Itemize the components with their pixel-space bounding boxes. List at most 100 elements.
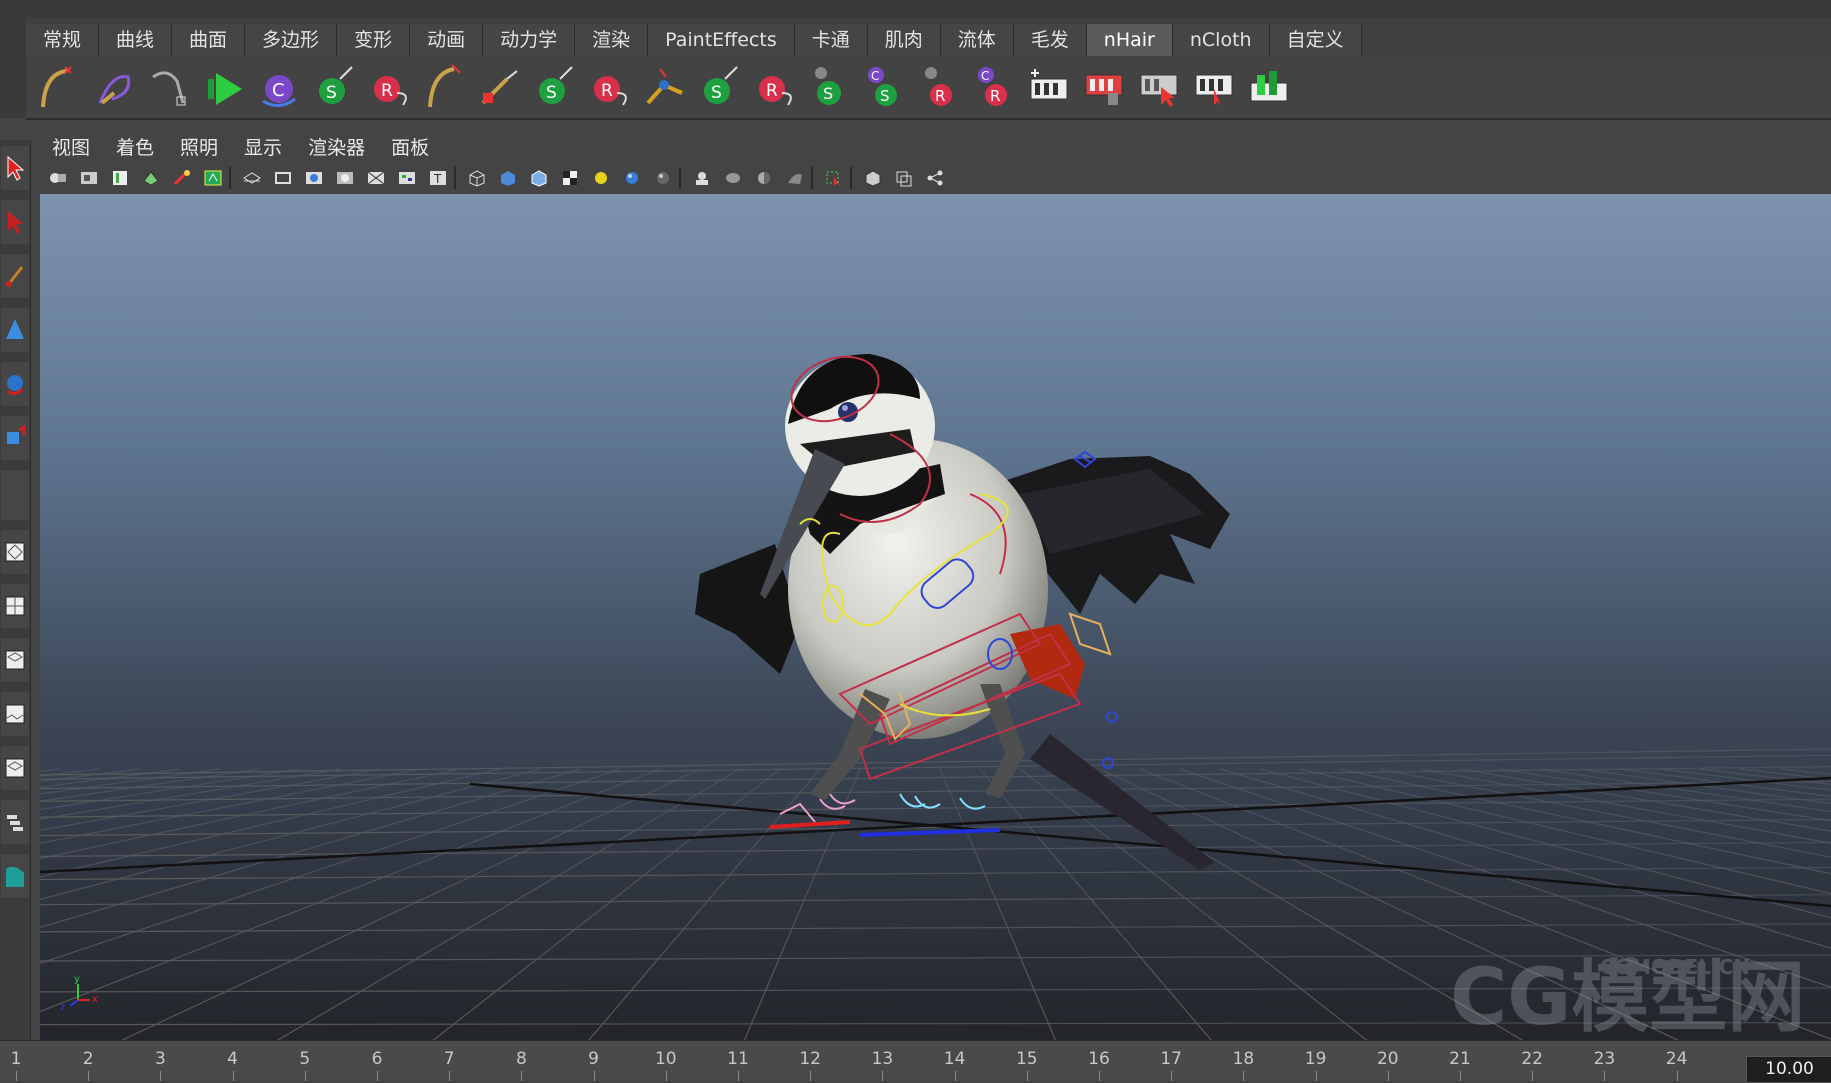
timeline-tick-label: 20: [1376, 1049, 1399, 1069]
shelf-tab[interactable]: 曲面: [172, 24, 246, 56]
panel-menu-item[interactable]: 照明: [180, 133, 218, 160]
ambient-occlusion-icon[interactable]: [782, 166, 808, 190]
hair-tool-icon[interactable]: [422, 61, 466, 113]
rotate-tool-icon[interactable]: [1, 362, 29, 406]
film-edit-icon[interactable]: [1192, 61, 1236, 113]
two-d-pan-icon[interactable]: [138, 166, 164, 190]
brush-curve-icon[interactable]: [92, 61, 136, 113]
r-red-icon[interactable]: R: [587, 61, 631, 113]
time-slider[interactable]: 10.00 1 2 3 4 5 6 7 8 9 10 11 12 13 14 15 16 17 18 19 20 21 2…: [0, 1040, 1831, 1083]
r-red-icon[interactable]: R: [752, 61, 796, 113]
paint-hair-icon[interactable]: [477, 61, 521, 113]
safe-action-icon[interactable]: [394, 166, 420, 190]
lasso-tool-icon[interactable]: [1, 200, 29, 244]
backface-icon[interactable]: [751, 166, 777, 190]
joint-icon[interactable]: [642, 61, 686, 113]
shadows-icon[interactable]: [650, 166, 676, 190]
wireframe-on-shaded-icon[interactable]: [526, 166, 552, 190]
r-red-icon[interactable]: R: [367, 61, 411, 113]
panel-menu-item[interactable]: 面板: [391, 133, 429, 160]
scale-tool-icon[interactable]: [1, 416, 29, 460]
shelf-tab[interactable]: nCloth: [1172, 24, 1270, 56]
select-tool-icon[interactable]: [1, 146, 29, 190]
smooth-shade-icon[interactable]: [495, 166, 521, 190]
field-chart-icon[interactable]: [363, 166, 389, 190]
rope-curve-icon[interactable]: [147, 61, 191, 113]
layout-four-icon[interactable]: [1, 584, 29, 628]
foot-right-ik[interactable]: [899, 793, 986, 810]
select-camera-icon[interactable]: [821, 166, 847, 190]
film-plus-icon[interactable]: [1027, 61, 1071, 113]
layout-teal-icon[interactable]: [1, 854, 29, 898]
layout-graph-icon[interactable]: [1, 746, 29, 790]
wing-pole-control[interactable]: [1068, 612, 1112, 656]
film-delete-icon[interactable]: [1082, 61, 1126, 113]
shelf-tab[interactable]: 流体: [940, 24, 1014, 56]
xray-icon[interactable]: [689, 166, 715, 190]
camera-bookmark-icon[interactable]: [76, 166, 102, 190]
panel-menu-item[interactable]: 显示: [244, 133, 282, 160]
s-green-icon[interactable]: S: [312, 61, 356, 113]
layout-outliner-icon[interactable]: [1, 692, 29, 736]
shelf-tab[interactable]: 动画: [410, 24, 484, 56]
camera-attr-icon[interactable]: [45, 166, 71, 190]
film-green-icon[interactable]: [1247, 61, 1291, 113]
isolate-icon[interactable]: [200, 166, 226, 190]
textured-icon[interactable]: [557, 166, 583, 190]
tail-locator[interactable]: [1106, 711, 1118, 723]
play-green-icon[interactable]: [202, 61, 246, 113]
s-green-icon[interactable]: S: [532, 61, 576, 113]
wireframe-shading-icon[interactable]: [464, 166, 490, 190]
share-icon[interactable]: [922, 166, 948, 190]
shelf-tab[interactable]: 曲线: [99, 24, 173, 56]
shelf-tab[interactable]: PaintEffects: [648, 24, 795, 56]
shelf-tab[interactable]: 动力学: [483, 24, 576, 56]
film-gate-icon[interactable]: [270, 166, 296, 190]
layout-stack-icon[interactable]: [1, 800, 29, 844]
image-plane-icon[interactable]: [107, 166, 133, 190]
foot-base-right[interactable]: [859, 828, 1001, 837]
all-lights-icon[interactable]: [619, 166, 645, 190]
s-green-icon[interactable]: S: [697, 61, 741, 113]
shelf-tab[interactable]: 常规: [26, 24, 100, 56]
toolbar-separator: [811, 167, 813, 189]
c-purple-icon[interactable]: C: [257, 61, 301, 113]
shelf-tab[interactable]: 渲染: [575, 24, 649, 56]
film-select-icon[interactable]: [1137, 61, 1181, 113]
cr-icon[interactable]: CR: [972, 61, 1016, 113]
hair-curve-icon[interactable]: [37, 61, 81, 113]
timeline-tick-label: 14: [943, 1049, 966, 1069]
default-lighting-icon[interactable]: [588, 166, 614, 190]
panel-menu-item[interactable]: 渲染器: [308, 133, 365, 160]
resolution-gate-icon[interactable]: [301, 166, 327, 190]
xray-joints-icon[interactable]: [720, 166, 746, 190]
frame-all-icon[interactable]: [891, 166, 917, 190]
shelf-tab[interactable]: 毛发: [1013, 24, 1087, 56]
wireframe-grid-icon[interactable]: [239, 166, 265, 190]
timeline-tick-label: 17: [1160, 1049, 1183, 1069]
move-tool-icon[interactable]: [1, 308, 29, 352]
safe-title-icon[interactable]: T: [425, 166, 451, 190]
panel-menu-item[interactable]: 着色: [116, 133, 154, 160]
foot-base-left[interactable]: [769, 820, 851, 829]
grease-pencil-icon[interactable]: [169, 166, 195, 190]
shelf-tab[interactable]: 卡通: [794, 24, 868, 56]
shelf-tab[interactable]: nHair: [1086, 24, 1173, 56]
shelf-tab[interactable]: 多边形: [245, 24, 338, 56]
current-frame-field[interactable]: 10.00: [1746, 1056, 1831, 1083]
panel-menu-item[interactable]: 视图: [52, 133, 90, 160]
r-grey-icon[interactable]: R: [917, 61, 961, 113]
timeline-tick-label: 4: [227, 1049, 239, 1069]
layout-single-icon[interactable]: [1, 530, 29, 574]
shelf-tab[interactable]: 变形: [337, 24, 411, 56]
toolbar-separator: [850, 167, 852, 189]
gate-mask-icon[interactable]: [332, 166, 358, 190]
shelf-tab[interactable]: 肌肉: [867, 24, 941, 56]
isolate-select-icon[interactable]: [860, 166, 886, 190]
paint-select-icon[interactable]: [1, 254, 29, 298]
s-grey-icon[interactable]: S: [807, 61, 851, 113]
layout-persp-graph-icon[interactable]: [1, 638, 29, 682]
shelf-tab[interactable]: 自定义: [1269, 24, 1362, 56]
perspective-viewport[interactable]: x y z CG模型网 CGMODEL.CN: [40, 194, 1831, 1040]
cs-icon[interactable]: CS: [862, 61, 906, 113]
